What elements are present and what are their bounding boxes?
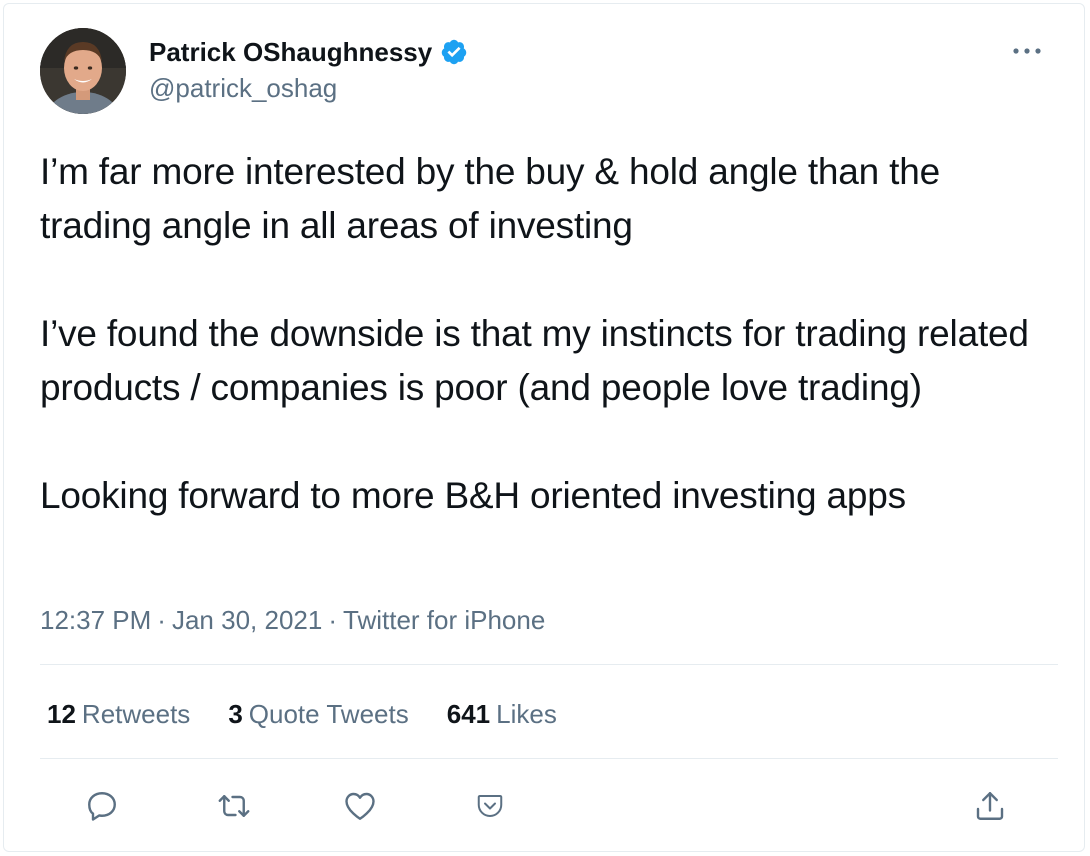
quote-tweets-stat[interactable]: 3 Quote Tweets [228,696,408,732]
display-name-text[interactable]: Patrick OShaughnessy [149,34,432,70]
like-button[interactable] [340,786,380,826]
tweet-metadata: 12:37 PM · Jan 30, 2021 · Twitter for iPhone [40,602,545,638]
tweet-date[interactable]: Jan 30, 2021 [172,605,322,635]
save-to-pocket-button[interactable] [470,786,510,826]
more-options-button[interactable] [1010,34,1044,68]
reply-icon [88,792,116,821]
tweet-paragraph: I’m far more interested by the buy & hol… [40,151,940,246]
tweet-card: Patrick OShaughnessy @patrick_oshag I’m … [3,3,1085,852]
share-icon [976,792,1004,820]
likes-stat[interactable]: 641 Likes [447,696,557,732]
likes-label: Likes [496,699,557,729]
heart-icon [345,792,375,820]
tweet-paragraph: I’ve found the downside is that my insti… [40,313,1029,408]
verified-badge-icon [440,38,468,66]
meta-separator: · [157,605,166,635]
retweet-button[interactable] [214,786,254,826]
user-handle[interactable]: @patrick_oshag [149,71,337,105]
retweets-count: 12 [47,699,76,729]
retweets-label: Retweets [81,699,191,729]
tweet-paragraph: Looking forward to more B&H oriented inv… [40,475,906,516]
avatar[interactable] [40,28,126,114]
display-name[interactable]: Patrick OShaughnessy [149,34,468,70]
retweet-icon [218,795,250,817]
meta-separator: · [328,605,337,635]
engagement-stats: 12 Retweets 3 Quote Tweets 641 Likes [47,696,595,732]
divider [40,664,1058,665]
share-button[interactable] [970,786,1010,826]
more-horizontal-icon [1013,48,1041,54]
tweet-text: I’m far more interested by the buy & hol… [40,145,1050,577]
retweets-stat[interactable]: 12 Retweets [47,696,190,732]
quote-tweets-label: Quote Tweets [248,699,409,729]
likes-count: 641 [446,699,491,729]
divider [40,758,1058,759]
quote-tweets-count: 3 [228,699,243,729]
pocket-save-icon [477,795,503,817]
tweet-time[interactable]: 12:37 PM [40,605,151,635]
reply-button[interactable] [82,786,122,826]
tweet-source[interactable]: Twitter for iPhone [343,605,545,635]
